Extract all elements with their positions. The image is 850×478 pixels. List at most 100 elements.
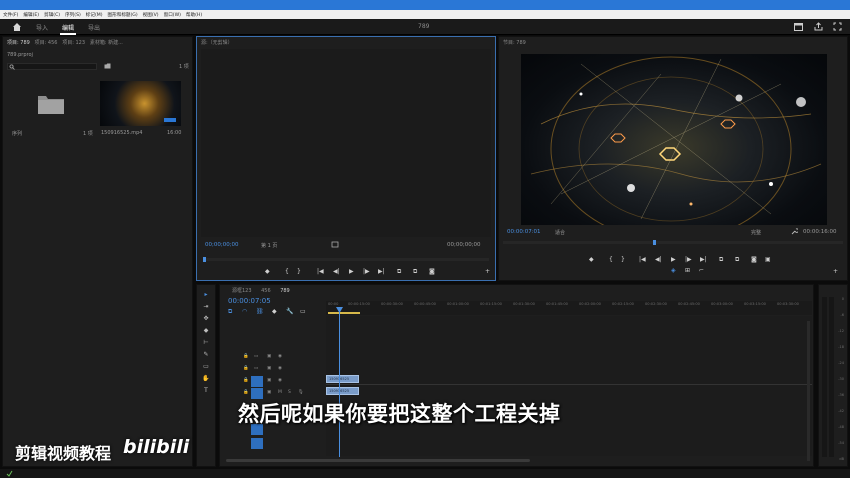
go-to-in-icon[interactable]: |◀ bbox=[317, 268, 324, 275]
step-forward-icon[interactable]: |▶ bbox=[363, 268, 370, 275]
go-to-out-icon[interactable]: ▶| bbox=[700, 256, 707, 263]
video-thumbnail[interactable] bbox=[100, 81, 181, 126]
menu-edit[interactable]: 编辑(E) bbox=[23, 12, 39, 18]
type-tool-icon[interactable]: T bbox=[201, 387, 211, 396]
lock-icon[interactable]: 🔒 bbox=[243, 366, 249, 371]
menu-marker[interactable]: 标记(M) bbox=[86, 12, 103, 18]
folder-icon[interactable] bbox=[37, 93, 65, 115]
work-area-bar[interactable] bbox=[328, 312, 360, 314]
insert-icon[interactable]: ⧉ bbox=[397, 268, 401, 276]
track-select-icon[interactable]: ⇥ bbox=[201, 303, 211, 312]
extract-icon[interactable]: ⧉ bbox=[735, 256, 739, 264]
program-scrubber[interactable] bbox=[503, 240, 843, 245]
workspace-icon[interactable] bbox=[794, 23, 803, 31]
playback-quality-select[interactable]: 完整 bbox=[751, 229, 761, 236]
razor-icon[interactable]: ◆ bbox=[201, 327, 211, 336]
hand-icon[interactable]: ✋ bbox=[201, 375, 211, 384]
lock-icon[interactable]: 🔒 bbox=[243, 390, 249, 395]
add-button-icon[interactable]: + bbox=[833, 268, 838, 275]
tab-sequence-123[interactable]: 源框123 bbox=[232, 288, 252, 294]
camera-icon[interactable]: ◙ bbox=[751, 256, 757, 263]
source-page-select[interactable]: 第 1 页 bbox=[261, 242, 277, 249]
share-icon[interactable] bbox=[814, 22, 823, 31]
trim-icon[interactable]: ⌐ bbox=[699, 267, 704, 274]
project-search-input[interactable] bbox=[7, 63, 97, 70]
menu-window[interactable]: 窗口(W) bbox=[164, 12, 181, 18]
eye-icon[interactable]: ◉ bbox=[278, 378, 282, 383]
eye-icon[interactable]: ◉ bbox=[278, 354, 282, 359]
program-viewer[interactable] bbox=[521, 54, 827, 225]
mute-icon[interactable]: M bbox=[278, 390, 282, 395]
timeline-timecode[interactable]: 00:00:07:05 bbox=[228, 297, 271, 305]
source-timecode-in[interactable]: 00;00;00;00 bbox=[205, 242, 239, 248]
marker-icon[interactable]: ◆ bbox=[265, 268, 270, 275]
tab-sequence-789[interactable]: 789 bbox=[280, 288, 290, 294]
source-patch-a3[interactable] bbox=[251, 438, 263, 449]
mark-in-icon[interactable]: { bbox=[285, 268, 289, 275]
add-marker-icon[interactable]: ◆ bbox=[272, 308, 277, 315]
ripple-edit-icon[interactable]: ✥ bbox=[201, 315, 211, 324]
bin-icon[interactable] bbox=[104, 63, 111, 69]
home-icon[interactable] bbox=[12, 22, 22, 31]
microphone-icon[interactable]: 🎙 bbox=[298, 390, 304, 395]
solo-icon[interactable]: S bbox=[288, 390, 291, 395]
mark-out-icon[interactable]: } bbox=[297, 268, 301, 275]
target-icon[interactable]: ▭ bbox=[254, 366, 258, 371]
menu-graphics[interactable]: 图形和标题(G) bbox=[108, 12, 138, 18]
pen-icon[interactable]: ✎ bbox=[201, 351, 211, 360]
menu-sequence[interactable]: 序列(S) bbox=[65, 12, 81, 18]
sync-icon[interactable]: ▣ bbox=[267, 378, 271, 383]
menu-clip[interactable]: 剪辑(C) bbox=[44, 12, 60, 18]
menu-help[interactable]: 帮助(H) bbox=[186, 12, 202, 18]
sync-icon[interactable]: ▣ bbox=[267, 354, 271, 359]
tab-project-123[interactable]: 项目: 123 bbox=[62, 40, 85, 46]
audio-clip[interactable]: 150916525 bbox=[326, 387, 359, 395]
horizontal-scrollbar[interactable] bbox=[226, 459, 530, 462]
safe-margins-icon[interactable]: ⊞ bbox=[685, 267, 690, 274]
eye-icon[interactable]: ◉ bbox=[278, 366, 282, 371]
vertical-scrollbar[interactable] bbox=[807, 321, 810, 461]
go-to-out-icon[interactable]: ▶| bbox=[378, 268, 385, 275]
vr-icon[interactable]: ◈ bbox=[671, 267, 676, 274]
tab-sequence-456[interactable]: 456 bbox=[261, 288, 271, 294]
nest-icon[interactable]: ⧉ bbox=[228, 308, 232, 316]
tab-bin[interactable]: 素材箱: 新建... bbox=[90, 40, 123, 46]
lock-icon[interactable]: 🔒 bbox=[243, 378, 249, 383]
wrench-icon[interactable] bbox=[791, 228, 798, 235]
source-playhead[interactable] bbox=[203, 257, 206, 262]
program-playhead[interactable] bbox=[653, 240, 656, 245]
video-clip[interactable]: 150916525 bbox=[326, 375, 359, 383]
source-patch-v1[interactable] bbox=[251, 376, 263, 387]
compare-icon[interactable]: ▣ bbox=[765, 256, 771, 263]
step-back-icon[interactable]: ◀| bbox=[333, 268, 340, 275]
timeline-playhead[interactable] bbox=[339, 307, 340, 457]
lock-icon[interactable]: 🔒 bbox=[243, 354, 249, 359]
menu-file[interactable]: 文件(F) bbox=[3, 12, 18, 18]
marker-icon[interactable]: ◆ bbox=[589, 256, 594, 263]
timeline-settings-icon[interactable]: 🔧 bbox=[286, 308, 293, 315]
add-button-icon[interactable]: + bbox=[485, 268, 490, 275]
zoom-fit-select[interactable]: 适合 bbox=[555, 229, 565, 236]
fullscreen-icon[interactable] bbox=[833, 22, 842, 31]
snap-icon[interactable]: ◠ bbox=[242, 308, 247, 315]
tab-import[interactable]: 导入 bbox=[36, 23, 48, 32]
sync-icon[interactable]: ▣ bbox=[267, 366, 271, 371]
selection-tool-icon[interactable]: ▸ bbox=[201, 291, 211, 300]
slip-icon[interactable]: ⊢ bbox=[201, 339, 211, 348]
tab-export[interactable]: 导出 bbox=[88, 23, 100, 32]
mark-out-icon[interactable]: } bbox=[621, 256, 625, 263]
overwrite-icon[interactable]: ⧉ bbox=[413, 268, 417, 276]
menu-view[interactable]: 视图(V) bbox=[143, 12, 159, 18]
captions-icon[interactable]: ▭ bbox=[300, 308, 306, 315]
program-timecode[interactable]: 00:00:07:01 bbox=[507, 229, 541, 235]
mark-in-icon[interactable]: { bbox=[609, 256, 613, 263]
tab-project-456[interactable]: 项目: 456 bbox=[35, 40, 58, 46]
step-forward-icon[interactable]: |▶ bbox=[685, 256, 692, 263]
step-back-icon[interactable]: ◀| bbox=[655, 256, 662, 263]
rectangle-icon[interactable]: ▭ bbox=[201, 363, 211, 372]
sync-icon[interactable]: ▣ bbox=[267, 390, 271, 395]
play-icon[interactable]: ▶ bbox=[671, 256, 676, 263]
camera-icon[interactable]: ◙ bbox=[429, 268, 435, 275]
linked-selection-icon[interactable]: ⛓ bbox=[256, 308, 264, 315]
tab-project-789[interactable]: 项目: 789 bbox=[7, 40, 30, 46]
